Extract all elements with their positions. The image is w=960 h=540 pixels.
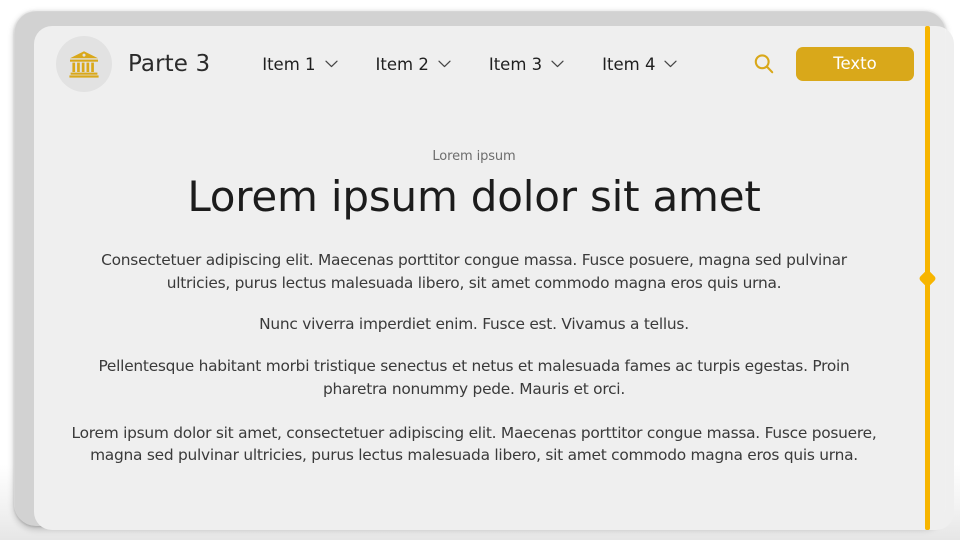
- chevron-down-icon: [551, 60, 564, 68]
- chevron-down-icon: [664, 60, 678, 68]
- nav-item-1[interactable]: Item 1: [262, 54, 338, 74]
- diamond-handle-icon[interactable]: [918, 268, 937, 288]
- body-paragraph-2: Nunc viverra imperdiet enim. Fusce est. …: [259, 315, 689, 334]
- nav-item-1-label: Item 1: [262, 54, 316, 74]
- slide-frame: Parte 3 Item 1 Item 2 Item 3 Item 4 Text…: [14, 10, 954, 530]
- body-paragraph-3: Pellentesque habitant morbi tristique se…: [98, 357, 850, 398]
- nav-item-4-label: Item 4: [602, 54, 656, 74]
- search-icon[interactable]: [751, 51, 777, 77]
- vertical-progress-rail[interactable]: [918, 26, 937, 530]
- slide-content: Lorem ipsum Lorem ipsum dolor sit amet C…: [34, 102, 914, 467]
- brand-title: Parte 3: [128, 51, 211, 77]
- header-actions: Texto: [751, 47, 914, 81]
- slide-stage: Parte 3 Item 1 Item 2 Item 3 Item 4 Text…: [0, 0, 960, 540]
- body-paragraph-1: Consectetuer adipiscing elit. Maecenas p…: [101, 251, 847, 292]
- nav-item-2[interactable]: Item 2: [376, 55, 451, 74]
- main-nav: Item 1 Item 2 Item 3 Item 4: [262, 54, 678, 74]
- body-paragraph-4: Lorem ipsum dolor sit amet, consectetuer…: [71, 424, 877, 465]
- nav-item-4[interactable]: Item 4: [602, 54, 678, 74]
- chevron-down-icon: [438, 60, 451, 68]
- nav-item-3-label: Item 3: [488, 54, 543, 74]
- bank-building-icon: [56, 36, 112, 92]
- nav-item-3[interactable]: Item 3: [489, 55, 564, 74]
- chevron-down-icon: [324, 60, 338, 68]
- page-title: Lorem ipsum dolor sit amet: [187, 172, 761, 221]
- eyebrow-text: Lorem ipsum: [432, 149, 516, 164]
- brand[interactable]: Parte 3: [56, 36, 210, 92]
- slide-panel: Parte 3 Item 1 Item 2 Item 3 Item 4 Text…: [34, 26, 954, 530]
- site-header: Parte 3 Item 1 Item 2 Item 3 Item 4 Text…: [34, 26, 954, 102]
- nav-item-2-label: Item 2: [375, 54, 429, 74]
- cta-button[interactable]: Texto: [796, 47, 914, 81]
